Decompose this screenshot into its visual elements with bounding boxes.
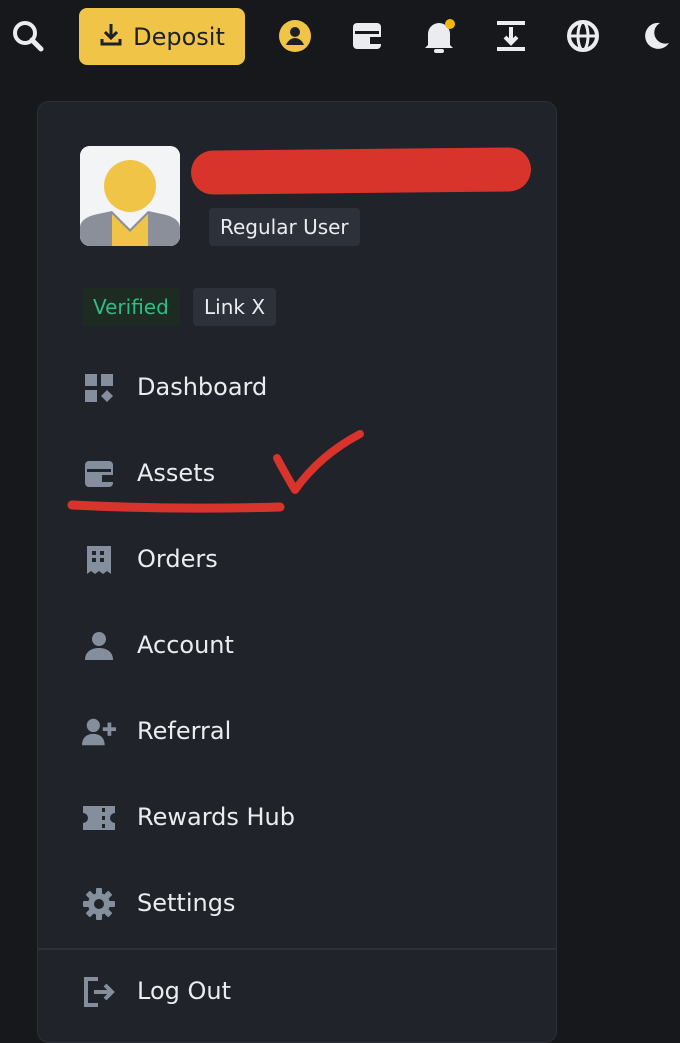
user-type-badge: Regular User bbox=[209, 208, 360, 246]
menu-label: Settings bbox=[137, 889, 236, 917]
menu-label: Account bbox=[137, 631, 234, 659]
moon-icon[interactable] bbox=[636, 16, 676, 56]
menu-item-dashboard[interactable]: Dashboard bbox=[38, 357, 556, 417]
menu-divider bbox=[38, 948, 556, 950]
bell-icon[interactable] bbox=[419, 16, 459, 56]
verified-badge: Verified bbox=[82, 288, 180, 326]
globe-icon[interactable] bbox=[563, 16, 603, 56]
menu-label: Rewards Hub bbox=[137, 803, 296, 831]
account-dropdown-panel: Regular User Verified Link X Dashboard A… bbox=[37, 101, 557, 1043]
redacted-username bbox=[190, 147, 532, 195]
menu-label: Log Out bbox=[137, 977, 232, 1005]
menu-item-assets[interactable]: Assets bbox=[38, 443, 556, 503]
logout-icon bbox=[82, 975, 116, 1009]
link-x-button[interactable]: Link X bbox=[193, 288, 277, 326]
wallet-icon[interactable] bbox=[347, 16, 387, 56]
menu-item-rewards-hub[interactable]: Rewards Hub bbox=[38, 787, 556, 847]
menu-item-settings[interactable]: Settings bbox=[38, 873, 556, 933]
person-add-icon bbox=[82, 715, 116, 749]
avatar[interactable] bbox=[80, 146, 180, 246]
menu-label: Referral bbox=[137, 717, 232, 745]
menu-item-referral[interactable]: Referral bbox=[38, 701, 556, 761]
top-bar: Deposit bbox=[0, 0, 680, 74]
dashboard-icon bbox=[82, 371, 116, 405]
wallet-icon bbox=[82, 457, 116, 491]
search-icon[interactable] bbox=[8, 16, 48, 56]
person-icon bbox=[82, 629, 116, 663]
menu-label: Dashboard bbox=[137, 373, 268, 401]
menu-item-log-out[interactable]: Log Out bbox=[38, 961, 556, 1021]
menu-label: Assets bbox=[137, 459, 216, 487]
transfer-icon[interactable] bbox=[491, 16, 531, 56]
user-circle-icon[interactable] bbox=[275, 16, 315, 56]
menu-label: Orders bbox=[137, 545, 218, 573]
receipt-icon bbox=[82, 543, 116, 577]
menu-item-account[interactable]: Account bbox=[38, 615, 556, 675]
ticket-icon bbox=[82, 801, 116, 835]
gear-icon bbox=[82, 887, 116, 921]
download-icon bbox=[99, 22, 123, 52]
deposit-button[interactable]: Deposit bbox=[79, 8, 245, 65]
menu-item-orders[interactable]: Orders bbox=[38, 529, 556, 589]
deposit-label: Deposit bbox=[133, 22, 225, 51]
